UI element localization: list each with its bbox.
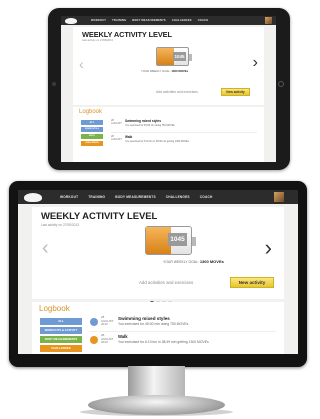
filter-body[interactable]: BODY MEASUREMENTS bbox=[81, 134, 103, 142]
battery-value: 1045 bbox=[173, 52, 186, 61]
cloud-logo-icon[interactable] bbox=[65, 17, 77, 24]
page-title: WEEKLY ACTIVITY LEVEL bbox=[82, 30, 172, 39]
chevron-left-icon[interactable]: ‹ bbox=[42, 237, 49, 260]
goal-label: YOUR WEEKLY GOAL: bbox=[141, 69, 171, 73]
top-navigation: WORKOUT TRAINING BODY MEASUREMENTS CHALL… bbox=[61, 16, 276, 25]
chevron-right-icon[interactable]: › bbox=[265, 235, 272, 261]
goal-value: 1300 MOVEs bbox=[171, 69, 189, 73]
avatar[interactable] bbox=[265, 17, 272, 24]
weekly-goal: YOUR WEEKLY GOAL: 1300 MOVEs bbox=[141, 69, 188, 73]
add-activities-label: Add activities and exercises bbox=[139, 280, 194, 285]
entry-date: 28 AUGUST bbox=[111, 119, 122, 125]
nav-coach[interactable]: COACH bbox=[200, 195, 213, 199]
chevron-left-icon[interactable]: ‹ bbox=[79, 56, 84, 72]
filter-challenges[interactable]: CHALLENGES bbox=[81, 141, 103, 146]
tablet-home-button[interactable] bbox=[278, 81, 284, 87]
nav-coach[interactable]: COACH bbox=[198, 19, 209, 22]
battery-cap bbox=[192, 237, 196, 246]
chevron-right-icon[interactable]: › bbox=[253, 54, 258, 72]
avatar[interactable] bbox=[274, 192, 284, 202]
battery-cap bbox=[189, 54, 192, 61]
entry-title: Walk bbox=[125, 135, 133, 139]
nav-body-measurements[interactable]: BODY MEASUREMENTS bbox=[115, 195, 156, 199]
list-item[interactable]: 28 AUGUST 2013 Swimming mixed styles You… bbox=[90, 315, 276, 332]
last-activity-text: Last activity on 27/08/2013 bbox=[41, 223, 79, 227]
filter-body[interactable]: BODY MEASUREMENTS bbox=[40, 336, 82, 343]
entry-description: You exercised for 45:00 min doing 750 MO… bbox=[118, 322, 189, 326]
logbook-panel: Logbook ALL WORKOUTS & ACTIVITY BODY MEA… bbox=[73, 107, 264, 162]
filter-workouts[interactable]: WORKOUTS & ACTIVITY bbox=[40, 327, 82, 334]
nav-training[interactable]: TRAINING bbox=[112, 19, 126, 22]
desktop-monitor: WORKOUT TRAINING BODY MEASUREMENTS CHALL… bbox=[9, 181, 307, 367]
tablet-device: WORKOUT TRAINING BODY MEASUREMENTS CHALL… bbox=[48, 8, 290, 170]
entry-year: 2013 bbox=[101, 340, 108, 345]
entry-title: Swimming mixed styles bbox=[125, 119, 161, 123]
cloud-logo-icon[interactable] bbox=[24, 192, 42, 202]
list-item[interactable]: 28 AUGUST 2013 Walk You exercised for 6:… bbox=[90, 333, 276, 352]
battery-icon: 1045 bbox=[145, 226, 196, 255]
nav-challenges[interactable]: CHALLENGES bbox=[166, 195, 190, 199]
tablet-screen: WORKOUT TRAINING BODY MEASUREMENTS CHALL… bbox=[61, 16, 276, 162]
page-title: WEEKLY ACTIVITY LEVEL bbox=[41, 211, 158, 222]
battery-fill bbox=[157, 48, 175, 65]
activity-panel: WEEKLY ACTIVITY LEVEL Last activity on 2… bbox=[32, 207, 284, 305]
entry-date: 28 AUGUST 2013 bbox=[101, 315, 114, 327]
filter-challenges[interactable]: CHALLENGES bbox=[40, 345, 82, 352]
goal-value: 1300 MOVEs bbox=[199, 259, 224, 264]
nav-body-measurements[interactable]: BODY MEASUREMENTS bbox=[132, 19, 166, 22]
activity-panel: WEEKLY ACTIVITY LEVEL Last activity on 2… bbox=[73, 27, 264, 112]
new-activity-button[interactable]: New activity bbox=[230, 277, 274, 288]
filter-all[interactable]: ALL bbox=[81, 120, 103, 125]
entry-date: 28 AUGUST bbox=[111, 135, 122, 141]
nav-workout[interactable]: WORKOUT bbox=[60, 195, 78, 199]
walk-icon bbox=[90, 336, 98, 344]
list-item[interactable]: 28 AUGUST Swimming mixed styles You exer… bbox=[111, 119, 257, 133]
new-activity-button[interactable]: New activity bbox=[221, 88, 250, 96]
weekly-goal: YOUR WEEKLY GOAL: 1300 MOVEs bbox=[163, 259, 224, 264]
logbook-title: Logbook bbox=[79, 109, 103, 115]
filter-workouts[interactable]: WORKOUTS & ACTIVITY bbox=[81, 127, 103, 135]
entry-title: Walk bbox=[118, 334, 128, 339]
monitor-screen: WORKOUT TRAINING BODY MEASUREMENTS CHALL… bbox=[18, 190, 298, 354]
top-navigation: WORKOUT TRAINING BODY MEASUREMENTS CHALL… bbox=[18, 190, 298, 204]
swim-icon bbox=[90, 318, 98, 326]
entry-description: You exercised for 6:10 km in 38:49 min g… bbox=[118, 340, 209, 344]
battery-icon: 1045 bbox=[156, 47, 192, 66]
goal-label: YOUR WEEKLY GOAL: bbox=[163, 260, 199, 264]
logbook-title: Logbook bbox=[39, 304, 70, 313]
entry-month: AUGUST bbox=[111, 122, 122, 125]
last-activity-text: Last activity on 27/08/2013 bbox=[82, 39, 113, 42]
logbook-panel: Logbook ALL WORKOUTS & ACTIVITY BODY MEA… bbox=[32, 302, 284, 354]
entry-description: You exercised for 6:10 km in 38:49 min g… bbox=[125, 140, 189, 143]
filter-all[interactable]: ALL bbox=[40, 318, 82, 325]
entry-year: 2013 bbox=[101, 322, 108, 327]
monitor-stand-base bbox=[88, 395, 225, 415]
tablet-camera bbox=[52, 82, 56, 86]
entry-date: 28 AUGUST 2013 bbox=[101, 333, 114, 345]
entry-description: You exercised for 45:00 min doing 750 MO… bbox=[125, 124, 175, 127]
nav-training[interactable]: TRAINING bbox=[88, 195, 105, 199]
entry-month: AUGUST bbox=[111, 138, 122, 141]
nav-workout[interactable]: WORKOUT bbox=[91, 19, 106, 22]
list-item[interactable]: 28 AUGUST Walk You exercised for 6:10 km… bbox=[111, 135, 257, 149]
entry-title: Swimming mixed styles bbox=[118, 316, 170, 321]
nav-challenges[interactable]: CHALLENGES bbox=[172, 19, 192, 22]
add-activities-label: Add activities and exercises bbox=[156, 90, 198, 94]
battery-value: 1045 bbox=[168, 233, 187, 246]
